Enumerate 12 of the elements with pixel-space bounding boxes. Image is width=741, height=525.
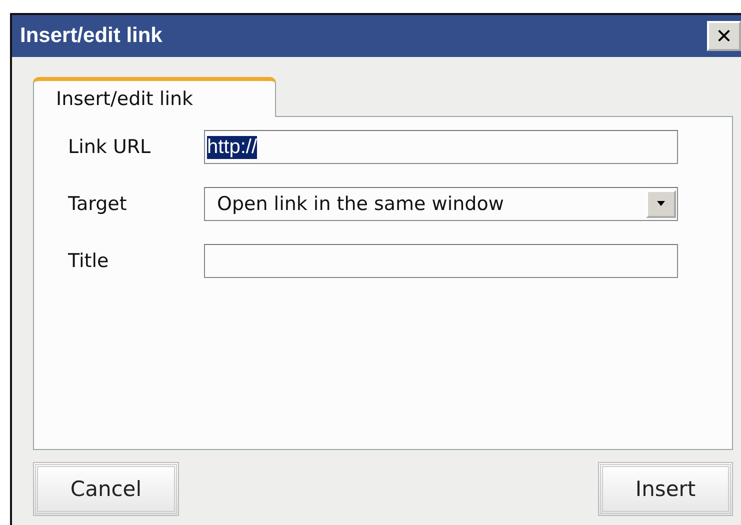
field-label: Target (68, 193, 128, 215)
field-label: Title (68, 250, 110, 272)
window-title: Insert/edit link (20, 24, 162, 48)
url-field[interactable]: http:// (204, 130, 678, 164)
title-field[interactable] (204, 244, 678, 278)
insert-button[interactable]: Insert (598, 462, 733, 516)
url-text: http:// (207, 136, 258, 158)
cancel-button[interactable]: Cancel (33, 462, 179, 516)
field-label: Link URL (68, 136, 152, 158)
target-dropdown[interactable]: Open link in the same window (204, 187, 678, 221)
close-button[interactable]: ✕ (707, 21, 741, 51)
tab[interactable]: Insert/edit link (33, 77, 276, 117)
